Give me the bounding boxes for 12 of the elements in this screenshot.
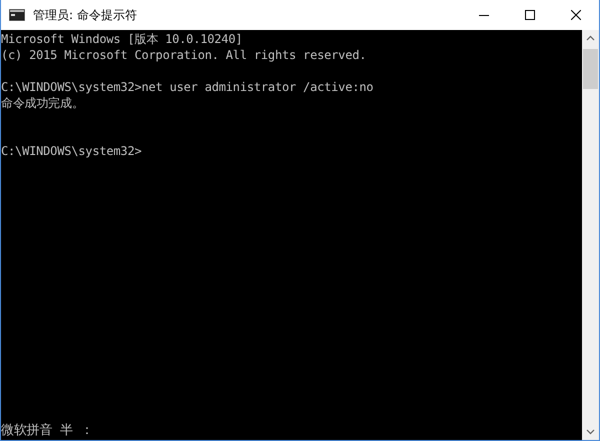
maximize-icon[interactable] — [525, 10, 535, 20]
console-line: Microsoft Windows [版本 10.0.10240] — [1, 31, 244, 47]
console-line: C:\WINDOWS\system32> — [1, 143, 142, 159]
console-line: (c) 2015 Microsoft Corporation. All rights reserved. — [1, 47, 368, 63]
console-line: 命令成功完成。 — [1, 95, 85, 111]
close-icon[interactable] — [571, 10, 581, 20]
console-line: C:\WINDOWS\system32>net user administrator /active:no — [1, 79, 374, 95]
window-title: 管理员: 命令提示符 — [33, 6, 137, 24]
scrollbar[interactable] — [582, 30, 599, 440]
console-icon — [9, 9, 25, 21]
ime-status: 微软拼音 半 ： — [1, 423, 94, 439]
scroll-thumb[interactable] — [583, 49, 598, 89]
